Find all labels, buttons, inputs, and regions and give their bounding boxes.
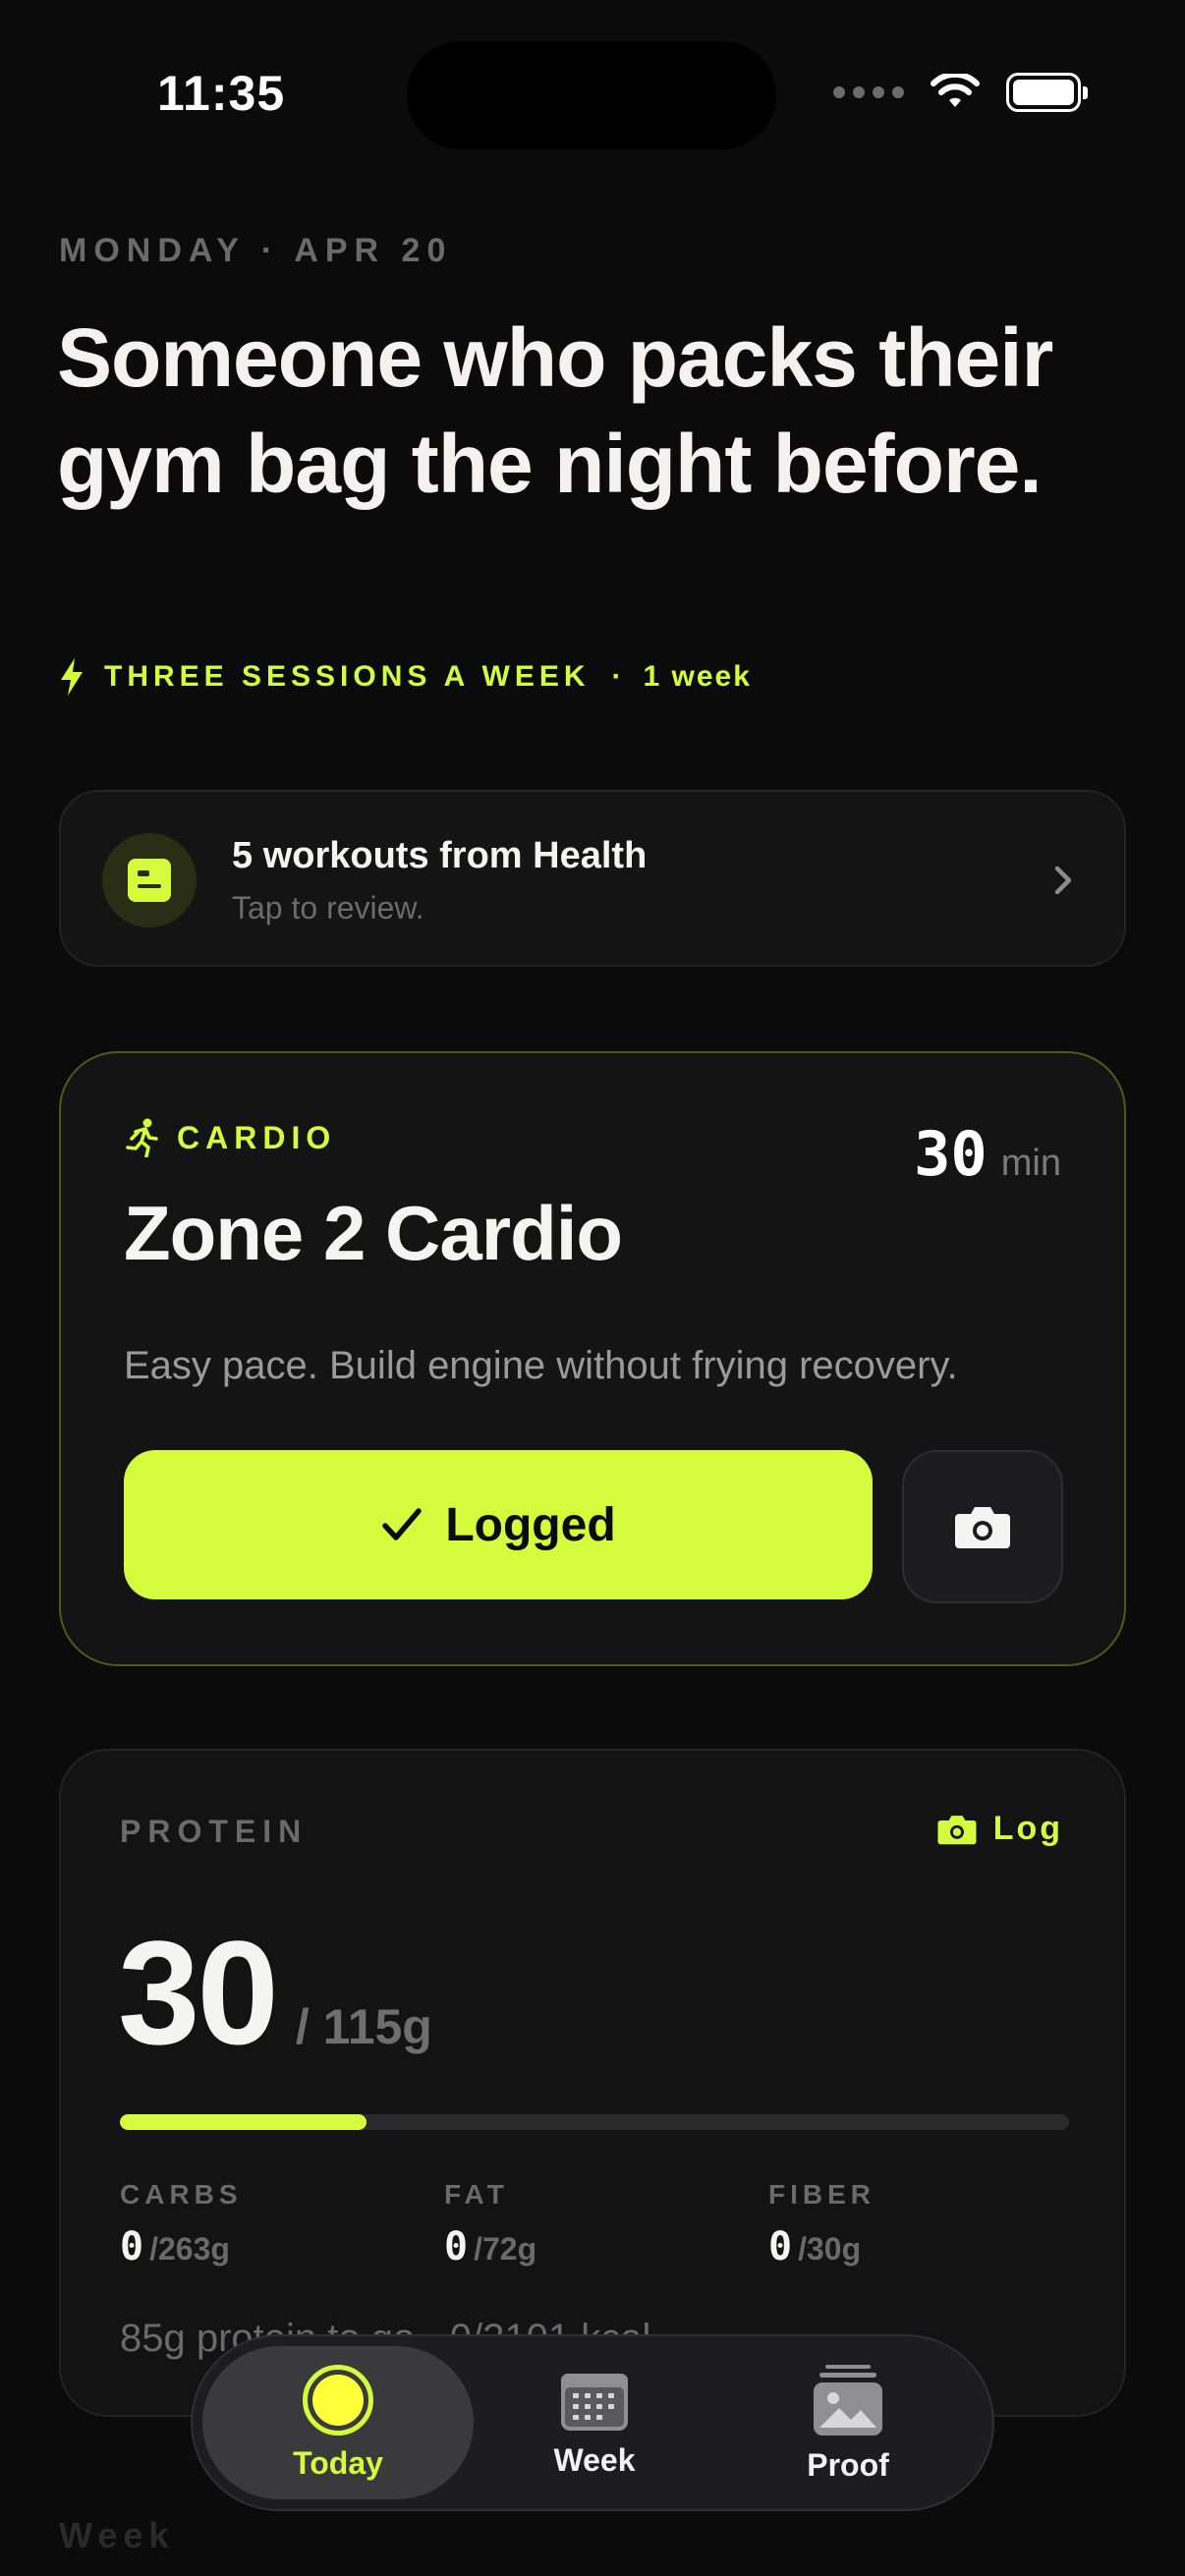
macros-row: CARBS 0 /263g FAT 0 /72g FIBER 0 /30g [120, 2179, 1093, 2269]
macro-fiber: FIBER 0 /30g [768, 2179, 1093, 2269]
duration-unit: min [1000, 1143, 1061, 1184]
health-card-title: 5 workouts from Health [232, 835, 648, 876]
goal-line: THREE SESSIONS A WEEK · 1 week [59, 658, 752, 696]
macro-carbs: CARBS 0 /263g [120, 2179, 444, 2269]
wifi-icon [931, 74, 980, 107]
health-icon [102, 833, 197, 927]
macro-fat: FAT 0 /72g [444, 2179, 768, 2269]
protein-progress-fill [120, 2114, 367, 2130]
macro-current: 0 [444, 2224, 469, 2269]
identity-headline: Someone who packs their gym bag the nigh… [57, 311, 1053, 510]
checkmark-icon [382, 1508, 423, 1540]
goal-separator: · [611, 660, 622, 693]
macro-value: 0 /72g [444, 2224, 768, 2269]
macro-value: 0 /263g [120, 2224, 444, 2269]
calendar-icon [561, 2373, 628, 2431]
running-icon [126, 1118, 158, 1157]
workout-category: CARDIO [126, 1118, 336, 1157]
week-section-label: Week [59, 2515, 175, 2555]
macro-name: FIBER [768, 2179, 875, 2210]
logged-label: Logged [445, 1498, 616, 1551]
workout-card: CARDIO 30 min Zone 2 Cardio Easy pace. B… [59, 1051, 1126, 1666]
photo-stack-icon [814, 2364, 882, 2436]
protein-card: PROTEIN Log 30 / 115g CARBS 0 /263g FAT … [59, 1749, 1126, 2417]
bolt-icon [61, 658, 83, 696]
today-ring-icon [303, 2364, 373, 2436]
macro-goal: /72g [474, 2231, 537, 2267]
log-label: Log [992, 1810, 1063, 1847]
workout-description: Easy pace. Build engine without frying r… [124, 1344, 958, 1387]
macro-current: 0 [120, 2224, 144, 2269]
tab-week-label: Week [553, 2441, 636, 2478]
protein-label: PROTEIN [120, 1814, 309, 1849]
duration-value: 30 [914, 1118, 988, 1190]
tab-proof[interactable]: Proof [747, 2346, 949, 2499]
photo-proof-button[interactable] [902, 1450, 1063, 1603]
today-screen: 11:35 MONDAY · APR 20 Someone who packs … [0, 0, 1185, 2576]
macro-value: 0 /30g [768, 2224, 1093, 2269]
workout-title: Zone 2 Cardio [124, 1190, 623, 1276]
macro-goal: /263g [149, 2231, 230, 2267]
health-card-subtitle: Tap to review. [232, 890, 424, 925]
macro-name: CARBS [120, 2179, 243, 2210]
date-label: MONDAY · APR 20 [59, 232, 453, 269]
dynamic-island [407, 41, 776, 149]
battery-icon [1006, 73, 1088, 112]
protein-current: 30 [118, 1910, 279, 2075]
protein-amount: 30 / 115g [118, 1908, 432, 2078]
macro-name: FAT [444, 2179, 509, 2210]
camera-icon [937, 1815, 977, 1844]
macro-current: 0 [768, 2224, 793, 2269]
protein-progress-bar [120, 2114, 1069, 2130]
tab-week[interactable]: Week [493, 2346, 696, 2499]
status-icons [833, 73, 1088, 112]
tab-today[interactable]: Today [202, 2346, 474, 2499]
goal-duration: 1 week [643, 660, 752, 693]
camera-icon [955, 1507, 1010, 1548]
chevron-right-icon [1054, 866, 1072, 895]
macro-goal: /30g [798, 2231, 862, 2267]
status-time: 11:35 [157, 66, 286, 121]
log-protein-button[interactable]: Log [936, 1810, 1063, 1848]
tab-today-label: Today [293, 2444, 383, 2481]
logged-button[interactable]: Logged [124, 1450, 873, 1599]
workout-duration: 30 min [914, 1118, 1061, 1190]
workout-category-label: CARDIO [177, 1119, 337, 1155]
protein-goal: / 115g [295, 1999, 432, 2054]
tab-bar: Today Week Proof [191, 2334, 994, 2511]
health-workouts-card[interactable]: 5 workouts from Health Tap to review. [59, 790, 1126, 967]
tab-proof-label: Proof [807, 2446, 889, 2483]
goal-title: THREE SESSIONS A WEEK [104, 660, 591, 693]
cellular-signal-icon [833, 86, 904, 98]
